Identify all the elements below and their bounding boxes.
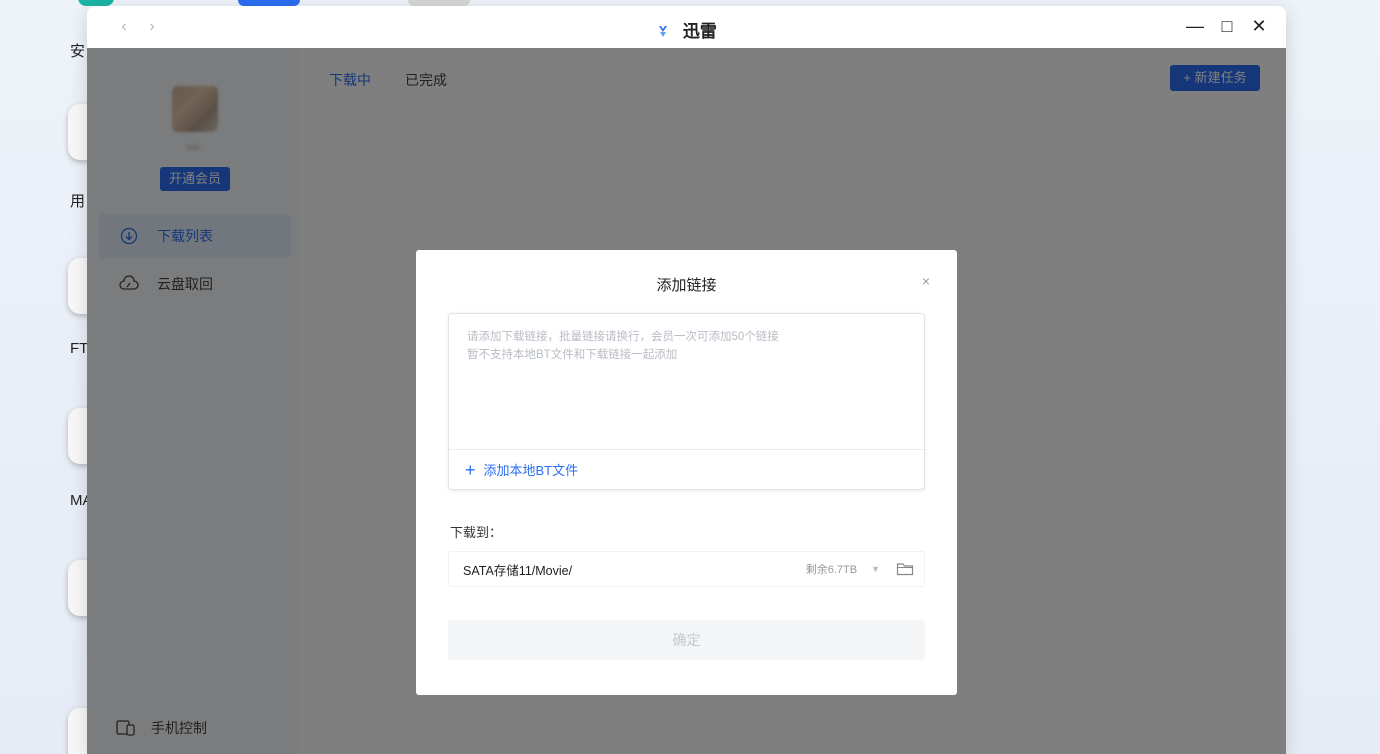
save-path-selector[interactable]: SATA存储11/Movie/ 剩余6.7TB ▼: [448, 551, 925, 587]
desktop-app-label: FT: [70, 340, 89, 357]
close-icon[interactable]: ×: [919, 274, 933, 288]
close-button[interactable]: ✕: [1250, 16, 1268, 36]
maximize-button[interactable]: □: [1218, 16, 1236, 36]
folder-icon[interactable]: [896, 562, 914, 576]
link-input[interactable]: [449, 314, 924, 451]
app-title: 迅雷: [87, 17, 1286, 42]
save-path: SATA存储11/Movie/: [463, 563, 573, 578]
free-space: 剩余6.7TB: [805, 564, 858, 576]
add-local-bt-label: 添加本地BT文件: [483, 463, 579, 478]
chevron-down-icon[interactable]: ▼: [871, 564, 880, 574]
title-bar: ‹ › 迅雷 — □ ✕: [87, 6, 1286, 48]
minimize-button[interactable]: —: [1186, 16, 1204, 36]
xunlei-logo-icon: [659, 26, 668, 37]
add-local-bt-button[interactable]: + 添加本地BT文件: [449, 449, 924, 489]
save-to-label: 下载到：: [450, 525, 503, 540]
confirm-button[interactable]: 确定: [448, 620, 925, 660]
desktop-app-label: 用: [70, 193, 86, 210]
desktop-app-label: 安: [70, 43, 86, 60]
add-link-dialog: 添加链接 × + 添加本地BT文件 下载到： SATA存储11/Movie/ 剩…: [416, 250, 957, 695]
link-input-box: + 添加本地BT文件: [448, 313, 925, 490]
window-controls: — □ ✕: [1186, 16, 1268, 36]
plus-icon: +: [465, 459, 476, 480]
dialog-title: 添加链接: [656, 277, 717, 294]
app-title-text: 迅雷: [682, 22, 717, 41]
